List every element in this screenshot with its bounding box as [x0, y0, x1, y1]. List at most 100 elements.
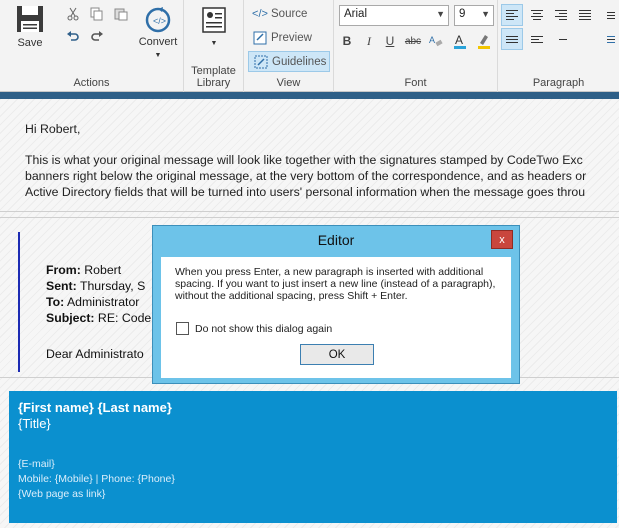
guidelines-label: Guidelines: [272, 55, 327, 68]
redo-icon: [91, 31, 103, 41]
paragraph-group-label: Paragraph: [532, 77, 585, 89]
section-divider: [0, 211, 619, 212]
font-family-value: Arial: [344, 8, 368, 20]
copy-button[interactable]: [88, 5, 106, 23]
convert-label: Convert: [138, 36, 178, 48]
redo-button[interactable]: [88, 28, 106, 46]
quote-from-row: From: Robert: [46, 263, 122, 277]
quote-to-row: To: Administrator: [46, 295, 140, 309]
list-icon: [603, 35, 615, 43]
dont-show-checkbox[interactable]: [176, 322, 189, 335]
template-library-button[interactable]: ▼: [190, 6, 238, 56]
preview-button[interactable]: Preview: [248, 27, 330, 48]
align-right-icon: [555, 10, 567, 20]
source-button[interactable]: </> Source: [248, 3, 330, 24]
editor-header-bar: [0, 92, 619, 99]
actions-group-label: Actions: [73, 77, 110, 89]
message-line: banners right below the original message…: [25, 169, 587, 183]
highlight-icon: [478, 35, 490, 49]
copy-icon: [90, 7, 103, 21]
indent-icon: [555, 36, 567, 43]
font-group-label: Font: [404, 77, 427, 89]
undo-icon: [67, 31, 79, 41]
underline-button[interactable]: U: [380, 31, 400, 51]
signature-email: {E-mail}: [18, 458, 55, 470]
signature-phones: Mobile: {Mobile} | Phone: {Phone}: [18, 473, 175, 485]
guidelines-button[interactable]: Guidelines: [248, 51, 330, 72]
font-family-select[interactable]: Arial ▼: [339, 5, 449, 26]
section-divider: [0, 217, 619, 218]
cut-button[interactable]: [64, 5, 82, 23]
signature-title: {Title}: [18, 416, 51, 431]
svg-text:</>: </>: [153, 16, 166, 26]
original-message[interactable]: Hi Robert, This is what your original me…: [25, 121, 619, 200]
align-left-button[interactable]: [501, 4, 523, 26]
align-center-button[interactable]: [526, 4, 548, 26]
svg-text:A: A: [429, 35, 435, 45]
scissors-icon: [67, 7, 79, 21]
chevron-down-icon: ▼: [154, 52, 162, 59]
actions-group: Save </> Convert ▼ Actions: [0, 0, 184, 92]
align-left-icon: [506, 10, 518, 20]
signature-name: {First name} {Last name}: [18, 400, 172, 415]
code-icon: </>: [252, 7, 268, 20]
save-label: Save: [17, 37, 43, 49]
outdent-icon: [531, 35, 543, 43]
align-right-button[interactable]: [550, 4, 572, 26]
line-spacing-icon: [506, 35, 518, 43]
dialog-message: When you press Enter, a new paragraph is…: [175, 266, 496, 302]
template-library-label: Template Library: [191, 65, 236, 89]
svg-text:A: A: [455, 33, 463, 47]
dialog-content: When you press Enter, a new paragraph is…: [161, 257, 511, 378]
line-spacing-button[interactable]: [501, 28, 523, 50]
message-line: This is what your original message will …: [25, 153, 583, 167]
ok-button[interactable]: OK: [300, 344, 374, 365]
ribbon-toolbar: Save </> Convert ▼ Actions ▼ Template Li…: [0, 0, 619, 92]
bullet-list-button[interactable]: [598, 28, 619, 50]
align-center-icon: [531, 10, 543, 20]
chevron-down-icon: ▼: [436, 9, 445, 19]
signature-block[interactable]: {First name} {Last name} {Title} {E-mail…: [9, 391, 617, 523]
highlight-button[interactable]: [474, 31, 494, 51]
preview-label: Preview: [271, 31, 312, 44]
message-line: Active Directory fields that will be tur…: [25, 185, 586, 199]
convert-icon: </>: [145, 7, 171, 33]
signature-web: {Web page as link}: [18, 488, 106, 500]
italic-button[interactable]: I: [359, 31, 379, 51]
preview-icon: [251, 31, 269, 45]
save-button[interactable]: Save: [10, 4, 50, 54]
template-library-icon: [202, 7, 226, 33]
quote-salutation: Dear Administrato: [46, 347, 144, 361]
convert-button[interactable]: </> Convert ▼: [134, 6, 182, 70]
close-icon: x: [499, 233, 505, 246]
close-button[interactable]: x: [491, 230, 513, 249]
increase-indent-button[interactable]: [550, 28, 572, 50]
template-library-group: ▼ Template Library: [184, 0, 244, 92]
justify-button[interactable]: [574, 4, 596, 26]
view-group-label: View: [276, 77, 301, 89]
save-icon: [17, 6, 43, 32]
undo-button[interactable]: [64, 28, 82, 46]
chevron-down-icon: ▼: [210, 40, 218, 47]
message-greeting: Hi Robert,: [25, 122, 81, 136]
paste-button[interactable]: [112, 5, 130, 23]
rtl-button[interactable]: [598, 4, 619, 26]
quote-subject-row: Subject: RE: Code: [46, 311, 152, 325]
source-label: Source: [271, 7, 308, 20]
eraser-icon: A: [429, 35, 443, 47]
strikethrough-button[interactable]: abc: [401, 31, 425, 51]
decrease-indent-button[interactable]: [526, 28, 548, 50]
clear-formatting-button[interactable]: A: [426, 31, 446, 51]
chevron-down-icon: ▼: [481, 9, 490, 19]
guidelines-icon: [252, 55, 270, 69]
dont-show-label[interactable]: Do not show this dialog again: [195, 323, 332, 335]
font-size-select[interactable]: 9 ▼: [454, 5, 494, 26]
quote-sent-row: Sent: Thursday, S: [46, 279, 146, 293]
font-size-value: 9: [459, 8, 466, 20]
font-color-icon: A: [454, 33, 466, 49]
font-color-button[interactable]: A: [450, 31, 470, 51]
justify-icon: [579, 10, 591, 20]
text-direction-icon: [603, 11, 615, 19]
bold-button[interactable]: B: [337, 31, 357, 51]
editor-dialog: Editor x When you press Enter, a new par…: [152, 225, 520, 384]
